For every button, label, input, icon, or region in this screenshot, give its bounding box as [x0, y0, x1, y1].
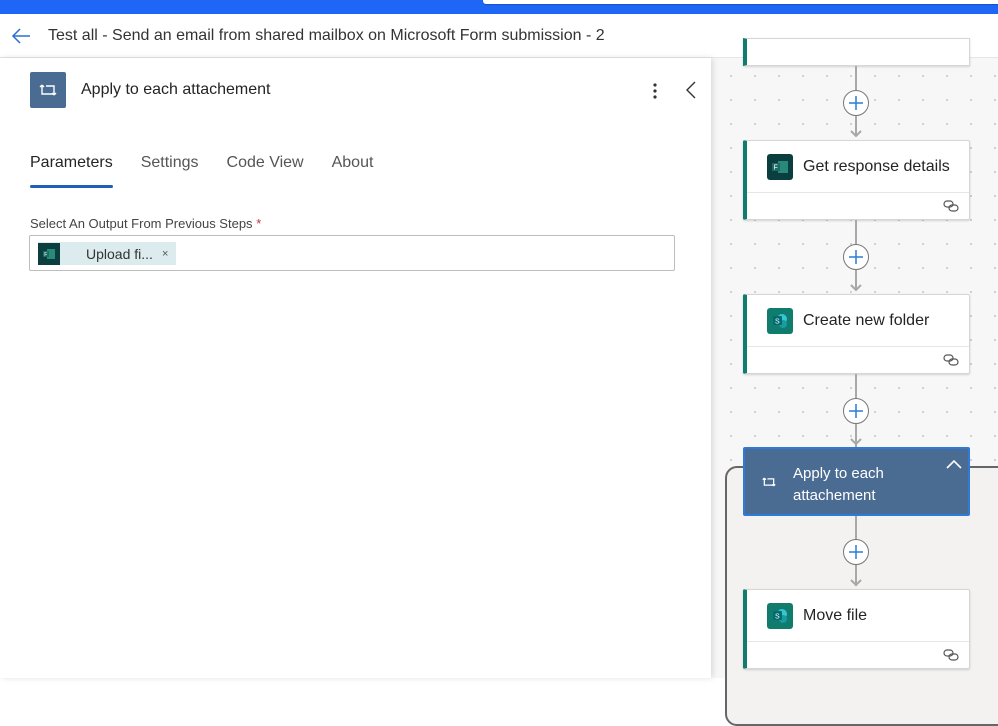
tab-code-view[interactable]: Code View	[227, 154, 304, 190]
svg-text:S: S	[775, 613, 780, 620]
tab-about[interactable]: About	[332, 154, 374, 190]
card-title: Move file	[803, 606, 868, 624]
previous-action-card[interactable]	[743, 38, 970, 66]
loop-icon	[30, 72, 66, 108]
connection-link-icon	[943, 200, 959, 212]
microsoft-forms-icon: F	[38, 242, 60, 265]
browser-bar	[0, 0, 998, 14]
more-vertical-icon[interactable]	[645, 80, 665, 102]
svg-text:S: S	[775, 318, 780, 325]
add-step-button[interactable]	[843, 90, 869, 116]
add-step-button[interactable]	[843, 244, 869, 270]
output-field-label: Select An Output From Previous Steps *	[30, 216, 261, 231]
add-step-button[interactable]	[843, 539, 869, 565]
panel-title: Apply to each attachement	[81, 81, 271, 98]
flow-canvas[interactable]: F Get response details S Create new fold…	[711, 38, 998, 726]
microsoft-forms-icon: F	[767, 153, 793, 180]
chevron-up-icon[interactable]	[946, 459, 962, 469]
add-step-button[interactable]	[843, 398, 869, 424]
panel-tabs: Parameters Settings Code View About	[30, 154, 401, 190]
arrow-down-icon	[850, 130, 862, 138]
loop-icon	[762, 477, 776, 487]
card-title: Get response details	[803, 157, 950, 175]
sharepoint-icon: S	[767, 307, 793, 334]
action-card-get-response-details[interactable]: F Get response details	[743, 140, 970, 220]
dynamic-content-chip[interactable]: F Upload fi... ×	[38, 242, 177, 265]
action-details-panel: Apply to each attachement Parameters Set…	[0, 58, 711, 678]
arrow-down-icon	[850, 438, 862, 446]
arrow-down-icon	[850, 284, 862, 292]
arrow-left-icon[interactable]	[10, 25, 32, 47]
output-select-field[interactable]: F Upload fi... ×	[29, 235, 675, 271]
sharepoint-icon: S	[767, 602, 793, 629]
chevron-left-icon[interactable]	[680, 78, 702, 102]
connection-link-icon	[943, 354, 959, 366]
connection-link-icon	[943, 649, 959, 661]
address-bar[interactable]	[483, 0, 998, 4]
arrow-down-icon	[850, 579, 862, 587]
chip-label: Upload fi...	[86, 245, 153, 262]
output-field-label-text: Select An Output From Previous Steps	[30, 216, 253, 231]
action-card-create-new-folder[interactable]: S Create new folder	[743, 294, 970, 374]
tab-settings[interactable]: Settings	[141, 154, 199, 190]
remove-chip-button[interactable]: ×	[162, 248, 168, 260]
loop-card-apply-to-each[interactable]: Apply to each attachement	[743, 447, 970, 516]
tab-parameters[interactable]: Parameters	[30, 154, 113, 190]
card-title: Create new folder	[803, 311, 930, 329]
svg-text:F: F	[44, 252, 47, 258]
svg-text:F: F	[774, 164, 778, 171]
action-card-move-file[interactable]: S Move file	[743, 589, 970, 669]
required-mark: *	[256, 216, 262, 231]
flow-title: Test all - Send an email from shared mai…	[48, 26, 605, 44]
loop-title: Apply to each attachement	[793, 465, 884, 504]
